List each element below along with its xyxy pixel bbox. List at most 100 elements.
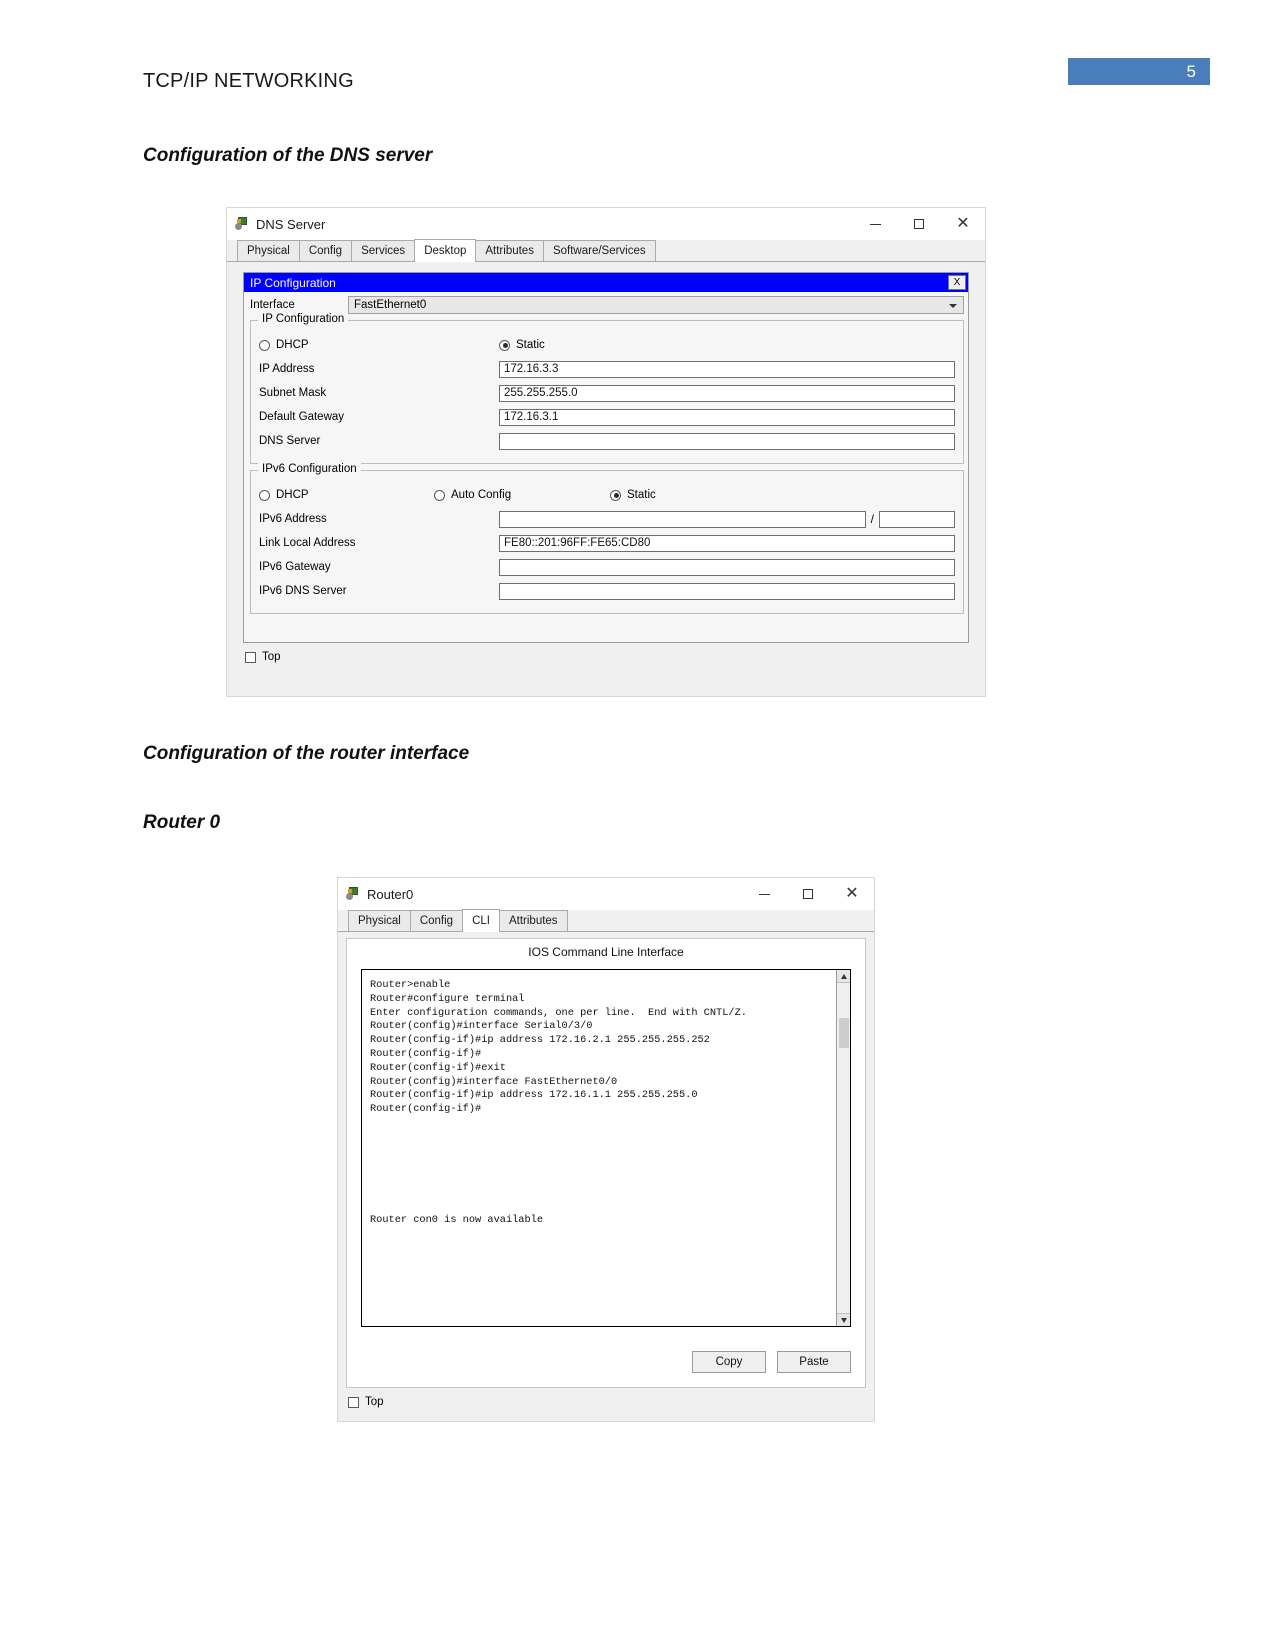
ipv6-address-row: IPv6 Address / xyxy=(259,509,955,529)
ipv6-address-input[interactable] xyxy=(499,510,866,528)
scrollbar-thumb[interactable] xyxy=(839,1018,849,1048)
vertical-scrollbar[interactable] xyxy=(836,970,850,1326)
default-gateway-input[interactable]: 172.16.3.1 xyxy=(499,408,955,426)
tab-software-services[interactable]: Software/Services xyxy=(542,240,656,261)
ipv4-configuration-group: IP Configuration DHCP Static IP Address … xyxy=(250,313,964,464)
ipv6-link-local-row: Link Local Address FE80::201:96FF:FE65:C… xyxy=(259,533,955,553)
radio-dot-icon xyxy=(259,339,270,351)
maximize-icon[interactable] xyxy=(897,208,941,240)
ipv6-gateway-row: IPv6 Gateway xyxy=(259,557,955,577)
heading-router-interface-config: Configuration of the router interface xyxy=(143,743,470,764)
ipv6-group-legend: IPv6 Configuration xyxy=(258,463,361,475)
ipv6-dns-server-input[interactable] xyxy=(499,582,955,600)
ip-address-input[interactable]: 172.16.3.3 xyxy=(499,360,955,378)
dns-window-title: DNS Server xyxy=(256,216,326,232)
radio-ipv4-static[interactable]: Static xyxy=(499,339,545,351)
tab-cli[interactable]: CLI xyxy=(462,909,500,932)
ipv4-subnet-mask-row: Subnet Mask 255.255.255.0 xyxy=(259,383,955,403)
tab-attributes[interactable]: Attributes xyxy=(475,240,544,261)
page-number: 5 xyxy=(1186,61,1196,81)
ipv4-dns-server-row: DNS Server xyxy=(259,431,955,451)
ipv6-gateway-input[interactable] xyxy=(499,558,955,576)
ipv6-dns-server-row: IPv6 DNS Server xyxy=(259,581,955,601)
ipv6-mode-row: DHCP Auto Config Static xyxy=(259,485,955,505)
ipv6-address-label: IPv6 Address xyxy=(259,513,327,525)
scroll-up-icon[interactable] xyxy=(837,970,850,983)
tab-physical[interactable]: Physical xyxy=(348,910,411,931)
tab-attributes[interactable]: Attributes xyxy=(498,910,568,931)
dns-top-checkbox-label: Top xyxy=(262,651,281,663)
dns-server-input[interactable] xyxy=(499,432,955,450)
maximize-icon[interactable] xyxy=(786,878,830,910)
ipv6-dns-server-label: IPv6 DNS Server xyxy=(259,585,347,597)
heading-dns-config: Configuration of the DNS server xyxy=(143,145,433,166)
minimize-icon[interactable] xyxy=(853,208,897,240)
ipv4-mode-row: DHCP Static xyxy=(259,335,955,355)
radio-dot-icon xyxy=(259,489,270,501)
dns-top-checkbox-row[interactable]: Top xyxy=(245,651,977,663)
default-gateway-label: Default Gateway xyxy=(259,411,345,423)
ipv6-configuration-group: IPv6 Configuration DHCP Auto Config Stat… xyxy=(250,463,964,614)
ip-configuration-dialog: IP Configuration X Interface FastEtherne… xyxy=(243,272,969,643)
link-local-address-input[interactable]: FE80::201:96FF:FE65:CD80 xyxy=(499,534,955,552)
radio-ipv6-dhcp[interactable]: DHCP xyxy=(259,489,434,501)
copy-button[interactable]: Copy xyxy=(692,1351,766,1373)
interface-selected-value: FastEthernet0 xyxy=(354,298,427,311)
subnet-mask-label: Subnet Mask xyxy=(259,387,327,399)
page-number-badge: 5 xyxy=(1068,58,1210,85)
radio-ipv4-static-label: Static xyxy=(516,339,545,351)
dialog-close-button[interactable]: X xyxy=(948,275,966,290)
dns-desktop-panel: IP Configuration X Interface FastEtherne… xyxy=(227,262,985,663)
cli-terminal[interactable]: Router>enable Router#configure terminal … xyxy=(361,969,851,1327)
checkbox-icon[interactable] xyxy=(348,1396,359,1408)
ip-configuration-dialog-titlebar: IP Configuration X xyxy=(244,273,968,292)
radio-ipv4-dhcp[interactable]: DHCP xyxy=(259,339,499,351)
radio-ipv4-dhcp-label: DHCP xyxy=(276,339,309,351)
radio-dot-icon xyxy=(499,339,510,351)
router0-top-checkbox-row[interactable]: Top xyxy=(348,1396,874,1408)
packet-tracer-device-icon xyxy=(235,217,249,231)
packet-tracer-device-icon xyxy=(346,887,360,901)
minimize-icon[interactable] xyxy=(742,878,786,910)
radio-ipv6-static[interactable]: Static xyxy=(610,489,656,501)
tab-config[interactable]: Config xyxy=(298,240,353,261)
cli-heading: IOS Command Line Interface xyxy=(528,945,684,959)
radio-ipv6-dhcp-label: DHCP xyxy=(276,489,309,501)
interface-label: Interface xyxy=(250,298,295,311)
cli-output-text[interactable]: Router>enable Router#configure terminal … xyxy=(362,970,836,1326)
subnet-mask-input[interactable]: 255.255.255.0 xyxy=(499,384,955,402)
link-local-address-label: Link Local Address xyxy=(259,537,356,549)
tab-physical[interactable]: Physical xyxy=(237,240,300,261)
router0-window-titlebar: Router0 ✕ xyxy=(338,878,874,910)
checkbox-icon[interactable] xyxy=(245,651,256,663)
radio-ipv6-auto-config-label: Auto Config xyxy=(451,489,512,501)
close-icon[interactable]: ✕ xyxy=(941,208,985,240)
ipv6-prefix-separator: / xyxy=(870,512,874,526)
scroll-down-icon[interactable] xyxy=(837,1313,850,1326)
router0-window-controls: ✕ xyxy=(742,878,874,910)
chevron-down-icon xyxy=(949,303,957,308)
dialog-empty-area xyxy=(244,614,968,642)
ip-configuration-dialog-title: IP Configuration xyxy=(250,275,336,290)
interface-select[interactable]: FastEthernet0 xyxy=(348,295,964,314)
dns-tab-bar: Physical Config Services Desktop Attribu… xyxy=(227,239,985,262)
ipv4-group-legend: IP Configuration xyxy=(258,313,349,325)
radio-ipv6-auto-config[interactable]: Auto Config xyxy=(434,489,610,501)
router0-window: Router0 ✕ Physical Config CLI Attributes… xyxy=(337,877,875,1422)
close-icon[interactable]: ✕ xyxy=(830,878,874,910)
tab-desktop[interactable]: Desktop xyxy=(414,239,477,262)
tab-services[interactable]: Services xyxy=(351,240,416,261)
interface-row: Interface FastEthernet0 xyxy=(250,295,964,314)
radio-ipv6-static-label: Static xyxy=(627,489,656,501)
paste-button[interactable]: Paste xyxy=(777,1351,851,1373)
ip-address-label: IP Address xyxy=(259,363,315,375)
radio-dot-icon xyxy=(434,489,445,501)
router0-window-title: Router0 xyxy=(367,886,414,902)
dns-server-window: DNS Server ✕ Physical Config Services De… xyxy=(226,207,986,697)
cli-button-bar: Copy Paste xyxy=(692,1351,851,1373)
tab-config[interactable]: Config xyxy=(409,910,464,931)
router0-top-checkbox-label: Top xyxy=(365,1396,384,1408)
radio-dot-icon xyxy=(610,489,621,501)
cli-panel: IOS Command Line Interface Router>enable… xyxy=(346,938,866,1388)
ipv6-prefix-input[interactable] xyxy=(879,510,955,528)
